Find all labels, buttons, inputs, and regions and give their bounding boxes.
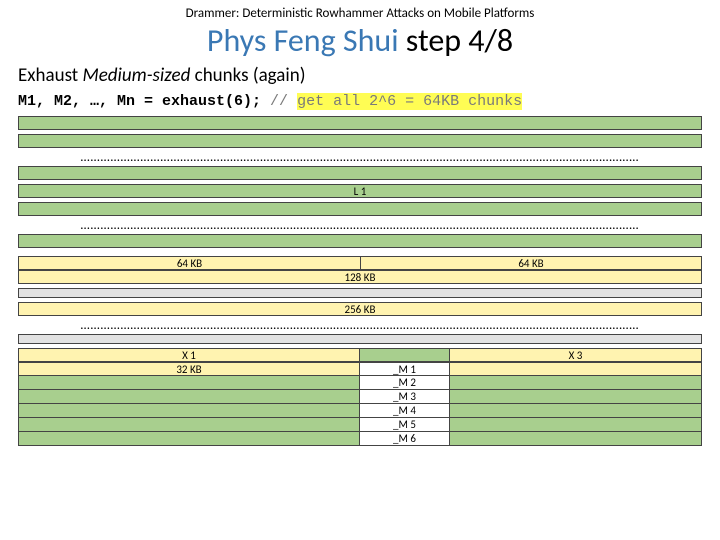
gap-band: [18, 334, 702, 344]
alloc-band: [18, 116, 702, 130]
chunk-m5: _M 5: [360, 418, 450, 432]
chunk-x-gap: [360, 348, 450, 362]
title-step: step 4/8: [399, 21, 514, 60]
subheading-em: Medium-sized: [82, 64, 190, 87]
chunk-128kb: 128 KB: [18, 270, 702, 284]
chunk-m1: _M 1: [360, 362, 450, 376]
chunk-32kb: 32 KB: [18, 362, 360, 376]
chunk-left: [18, 404, 360, 418]
chunk-x3: X 3: [450, 348, 702, 362]
memory-diagram: ……………………………………………………………………………………………………………: [18, 116, 702, 446]
chunk-256kb: 256 KB: [18, 302, 702, 316]
code-comment: // get all 2^6 = 64KB chunks: [261, 93, 522, 110]
slide-title: Phys Feng Shui step 4/8: [18, 21, 702, 60]
m-row: _M 5: [18, 418, 702, 432]
subheading-suffix: chunks (again): [190, 64, 305, 87]
chunk-left: [18, 432, 360, 446]
code-line: M1, M2, …, Mn = exhaust(6); // get all 2…: [18, 93, 702, 110]
chunk-right: [450, 432, 702, 446]
alloc-band: [18, 234, 702, 248]
size-row: 64 KB 64 KB: [18, 256, 702, 270]
chunk-right: [450, 418, 702, 432]
chunk-m3: _M 3: [360, 390, 450, 404]
chunk-64kb: 64 KB: [18, 256, 360, 270]
alloc-band: [18, 202, 702, 216]
ellipsis-row: ……………………………………………………………………………………………………………: [18, 316, 702, 334]
chunk-left: [18, 376, 360, 390]
ellipsis-row: ……………………………………………………………………………………………………………: [18, 148, 702, 166]
chunk-x1: X 1: [18, 348, 360, 362]
paper-citation: Drammer: Deterministic Rowhammer Attacks…: [18, 6, 702, 21]
comment-prefix: //: [261, 93, 297, 110]
chunk-left: [18, 418, 360, 432]
chunk-m2: _M 2: [360, 376, 450, 390]
m-row: _M 4: [18, 404, 702, 418]
title-accent: Phys Feng Shui: [207, 21, 399, 60]
m-row: _M 2: [18, 376, 702, 390]
chunk-m6: _M 6: [360, 432, 450, 446]
m-row: _M 6: [18, 432, 702, 446]
code-stmt: M1, M2, …, Mn = exhaust(6);: [18, 93, 261, 110]
chunk-right: [450, 404, 702, 418]
comment-highlight: get all 2^6 = 64KB chunks: [297, 93, 522, 110]
chunk-right: [450, 362, 702, 376]
alloc-band-l1: L 1: [18, 184, 702, 198]
chunk-m4: _M 4: [360, 404, 450, 418]
x-row: X 1 X 3: [18, 348, 702, 362]
m-row: _M 3: [18, 390, 702, 404]
slide-subheading: Exhaust Medium-sized chunks (again): [18, 64, 702, 87]
chunk-right: [450, 390, 702, 404]
slide: Drammer: Deterministic Rowhammer Attacks…: [0, 0, 720, 460]
chunk-right: [450, 376, 702, 390]
gap-band: [18, 288, 702, 298]
m-row: 32 KB _M 1: [18, 362, 702, 376]
ellipsis-row: ……………………………………………………………………………………………………………: [18, 216, 702, 234]
chunk-64kb: 64 KB: [360, 256, 702, 270]
alloc-band: [18, 134, 702, 148]
chunk-left: [18, 390, 360, 404]
subheading-prefix: Exhaust: [18, 64, 82, 87]
alloc-band: [18, 166, 702, 180]
